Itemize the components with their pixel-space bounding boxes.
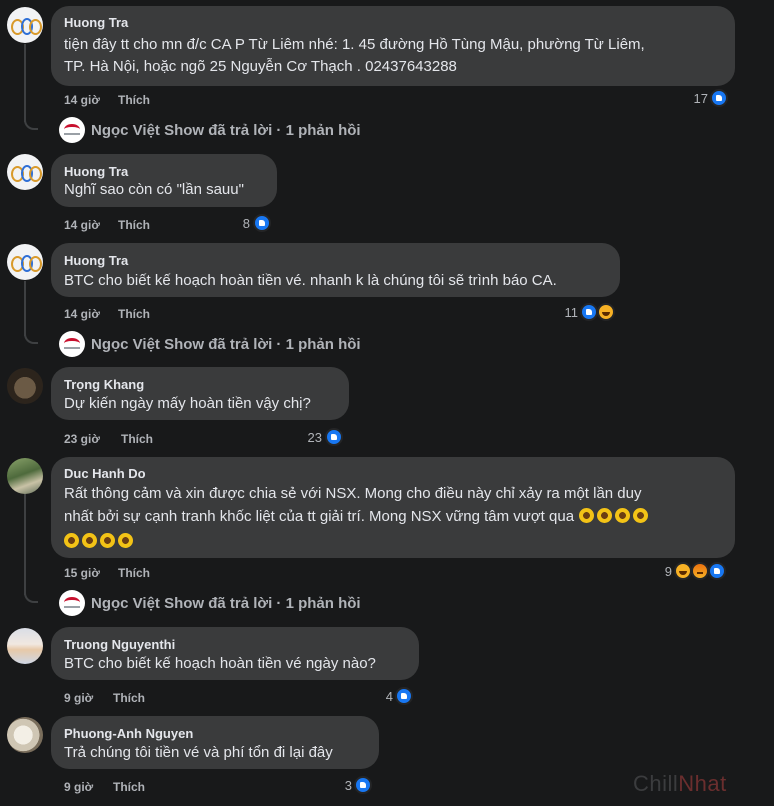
thread-connector [24,591,38,603]
comment-author[interactable]: Truong Nguyenthi [64,637,175,652]
comment-time[interactable]: 14 giờ [64,307,100,321]
like-button[interactable]: Thích [121,432,153,446]
reply-summary[interactable]: Ngọc Việt Show đã trả lời · 1 phản hồi [91,595,361,612]
like-reaction-icon [395,687,413,705]
comment-text: BTC cho biết kế hoạch hoàn tiền vé. nhan… [64,272,557,289]
reaction-count[interactable]: 17 [686,91,708,106]
avatar-ring [29,19,42,35]
comment-author[interactable]: Duc Hanh Do [64,466,146,481]
comment-text: Trả chúng tôi tiền vé và phí tổn đi lại … [64,744,333,761]
comment-text: TP. Hà Nội, hoặc ngõ 25 Nguyễn Cơ Thạch … [64,58,457,75]
reaction-count[interactable]: 4 [379,689,393,704]
like-button[interactable]: Thích [118,307,150,321]
comment-author[interactable]: Huong Tra [64,253,128,268]
angry-reaction-icon [691,562,709,580]
like-reaction-icon [253,214,271,232]
avatar[interactable] [7,458,43,494]
reaction-count[interactable]: 8 [232,216,250,231]
like-button[interactable]: Thích [118,218,150,232]
avatar[interactable] [7,717,43,753]
like-reaction-icon [708,562,726,580]
comment-text: Rất thông cảm và xin được chia sẻ với NS… [64,485,642,502]
like-button[interactable]: Thích [118,93,150,107]
like-button[interactable]: Thích [113,780,145,794]
comment-author[interactable]: Trọng Khang [64,377,144,392]
comment-time[interactable]: 14 giờ [64,218,100,232]
comment-text: Nghĩ sao còn có "lần sauu" [64,181,244,198]
comment-author[interactable]: Phuong-Anh Nguyen [64,726,193,741]
page-avatar [59,117,85,143]
like-reaction-icon [325,428,343,446]
thread-connector [24,118,38,130]
comment-text: BTC cho biết kế hoạch hoàn tiền vé ngày … [64,655,376,672]
thread-line [24,44,26,122]
avatar[interactable] [7,368,43,404]
like-reaction-icon [580,303,598,321]
like-button[interactable]: Thích [113,691,145,705]
haha-reaction-icon [674,562,692,580]
avatar[interactable] [7,7,43,43]
avatar[interactable] [7,154,43,190]
haha-reaction-icon [597,303,615,321]
page-avatar [59,331,85,357]
like-reaction-icon [710,89,728,107]
comment-time[interactable]: 14 giờ [64,93,100,107]
comment-text: tiện đây tt cho mn đ/c CA P Từ Liêm nhé:… [64,36,645,53]
reaction-count[interactable]: 9 [656,564,672,579]
thread-line [24,281,26,336]
reply-summary[interactable]: Ngọc Việt Show đã trả lời · 1 phản hồi [91,122,361,139]
comment-text: Dự kiến ngày mấy hoàn tiền vậy chị? [64,395,311,412]
comment-time[interactable]: 9 giờ [64,691,93,705]
comment-time[interactable]: 23 giờ [64,432,100,446]
like-button[interactable]: Thích [118,566,150,580]
comment-time[interactable]: 15 giờ [64,566,100,580]
avatar[interactable] [7,628,43,664]
comment-author[interactable]: Huong Tra [64,164,128,179]
reaction-count[interactable]: 11 [556,305,579,320]
like-reaction-icon [354,776,372,794]
view-replies-link[interactable]: Ngọc Việt Show đã trả lời · 1 phản hồi [59,590,361,616]
reaction-count[interactable]: 3 [338,778,352,793]
comment-time[interactable]: 9 giờ [64,780,93,794]
sunflower-emoji [64,533,136,551]
thread-connector [24,332,38,344]
avatar[interactable] [7,244,43,280]
sunflower-emoji [578,508,651,525]
watermark: ChillNhat [633,771,727,796]
comment-author[interactable]: Huong Tra [64,15,128,30]
page-avatar [59,590,85,616]
reply-summary[interactable]: Ngọc Việt Show đã trả lời · 1 phản hồi [91,336,361,353]
reaction-count[interactable]: 23 [300,430,322,445]
view-replies-link[interactable]: Ngọc Việt Show đã trả lời · 1 phản hồi [59,331,361,357]
view-replies-link[interactable]: Ngọc Việt Show đã trả lời · 1 phản hồi [59,117,361,143]
thread-line [24,494,26,595]
comment-text: nhất bởi sự cạnh tranh khốc liệt của tt … [64,508,575,525]
